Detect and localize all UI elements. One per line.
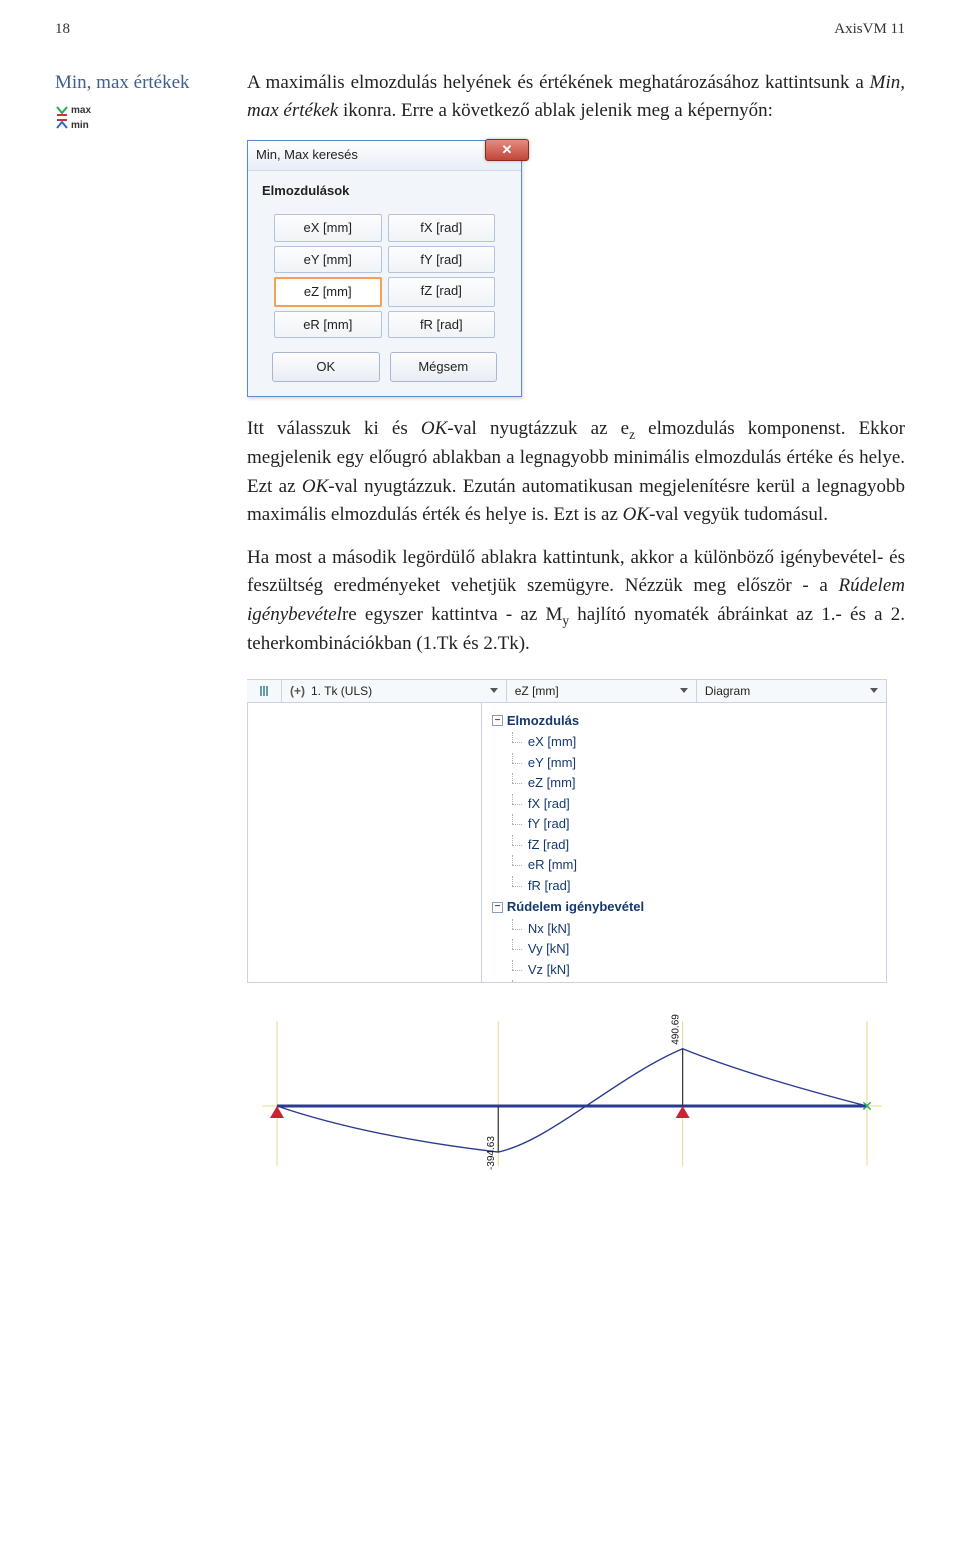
cancel-button[interactable]: Mégsem bbox=[390, 352, 498, 382]
tree-item[interactable]: eY [mm] bbox=[512, 753, 878, 773]
dialog-title: Min, Max keresés bbox=[256, 145, 358, 165]
svg-text:-394.63: -394.63 bbox=[486, 1136, 497, 1170]
toolbar-columns-icon[interactable] bbox=[247, 680, 282, 702]
tree-item[interactable]: fX [rad] bbox=[512, 794, 878, 814]
tree-item[interactable]: fZ [rad] bbox=[512, 835, 878, 855]
quantity-cell[interactable]: eZ [mm] bbox=[274, 277, 382, 307]
svg-text:✕: ✕ bbox=[861, 1098, 873, 1114]
tree-item[interactable]: fR [rad] bbox=[512, 876, 878, 896]
paragraph-2: Itt válasszuk ki és OK-val nyugtázzuk az… bbox=[247, 415, 905, 530]
chevron-down-icon bbox=[680, 688, 688, 693]
display-mode-select[interactable]: Diagram bbox=[697, 680, 887, 702]
load-combination-select[interactable]: (+) 1. Tk (ULS) bbox=[282, 680, 507, 702]
svg-text:490.69: 490.69 bbox=[671, 1014, 682, 1045]
moment-diagram: ✕ 490.69 -394.63 bbox=[247, 1011, 887, 1181]
page-number: 18 bbox=[55, 18, 70, 41]
chevron-down-icon bbox=[870, 688, 878, 693]
quantity-cell[interactable]: fY [rad] bbox=[388, 246, 496, 274]
quantity-cell[interactable]: fX [rad] bbox=[388, 214, 496, 242]
minmax-dialog: Min, Max keresés ✕ Elmozdulások eX [mm]f… bbox=[247, 140, 522, 397]
result-toolbar-figure: (+) 1. Tk (ULS) eZ [mm] Diagram bbox=[247, 679, 887, 983]
close-icon: ✕ bbox=[502, 140, 513, 160]
quantity-cell[interactable]: eY [mm] bbox=[274, 246, 382, 274]
down-arrow-icon bbox=[55, 104, 69, 116]
tree-item[interactable]: eZ [mm] bbox=[512, 773, 878, 793]
tree-item[interactable]: eX [mm] bbox=[512, 732, 878, 752]
tree-item[interactable]: Tx [kNm] bbox=[512, 980, 878, 982]
quantity-cell[interactable]: eR [mm] bbox=[274, 311, 382, 339]
paragraph-1: A maximális elmozdulás helyének és érték… bbox=[247, 69, 905, 126]
min-icon-label: min bbox=[71, 118, 89, 133]
collapse-icon[interactable]: − bbox=[492, 715, 503, 726]
tree-item[interactable]: Vy [kN] bbox=[512, 939, 878, 959]
collapse-icon[interactable]: − bbox=[492, 902, 503, 913]
quantity-tree[interactable]: − Elmozdulás eX [mm]eY [mm]eZ [mm]fX [ra… bbox=[490, 711, 878, 982]
side-heading: Min, max értékek bbox=[55, 69, 225, 98]
tree-item[interactable]: Nx [kN] bbox=[512, 919, 878, 939]
quantity-cell[interactable]: eX [mm] bbox=[274, 214, 382, 242]
up-arrow-icon bbox=[55, 119, 69, 131]
tree-item[interactable]: Vz [kN] bbox=[512, 960, 878, 980]
quantity-cell[interactable]: fZ [rad] bbox=[388, 277, 496, 307]
ok-button[interactable]: OK bbox=[272, 352, 380, 382]
quantity-select[interactable]: eZ [mm] bbox=[507, 680, 697, 702]
close-button[interactable]: ✕ bbox=[485, 139, 529, 161]
plus-icon: (+) bbox=[290, 682, 305, 700]
tree-item[interactable]: fY [rad] bbox=[512, 814, 878, 834]
dialog-subtitle: Elmozdulások bbox=[262, 181, 507, 201]
paragraph-3: Ha most a második legördülő ablakra katt… bbox=[247, 544, 905, 659]
max-icon-label: max bbox=[71, 103, 91, 118]
tree-group-beam-forces[interactable]: − Rúdelem igénybevétel bbox=[492, 897, 878, 917]
tree-group-displacement[interactable]: − Elmozdulás bbox=[492, 711, 878, 731]
quantity-cell[interactable]: fR [rad] bbox=[388, 311, 496, 339]
minmax-icon-group: max min bbox=[55, 103, 225, 132]
tree-item[interactable]: eR [mm] bbox=[512, 855, 878, 875]
chevron-down-icon bbox=[490, 688, 498, 693]
app-name: AxisVM 11 bbox=[834, 18, 905, 41]
